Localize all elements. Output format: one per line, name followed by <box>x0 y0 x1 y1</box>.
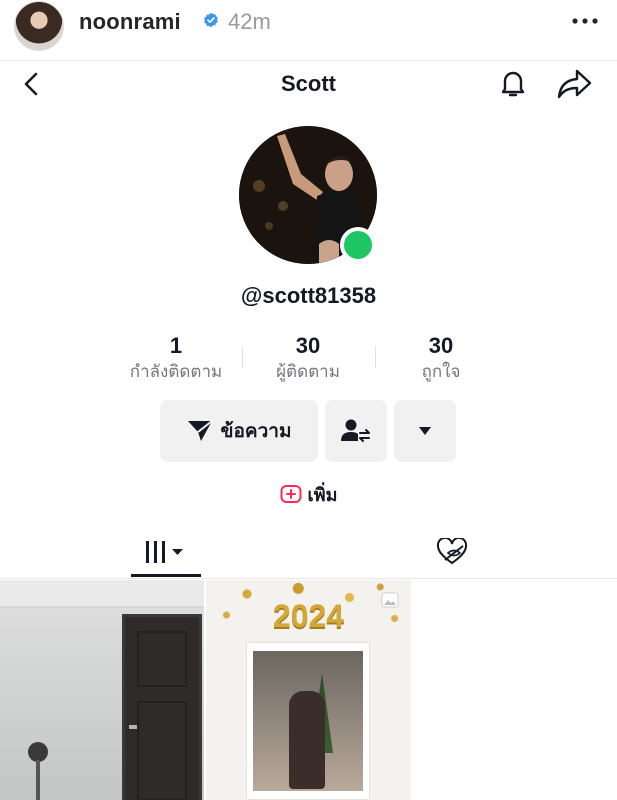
couple-image <box>289 691 325 789</box>
stat-following[interactable]: 1 กำลังติดตาม <box>106 333 246 383</box>
tab-videos[interactable] <box>131 532 201 572</box>
more-actions-button[interactable] <box>394 400 456 462</box>
story-username[interactable]: noonrami <box>79 9 181 35</box>
add-bio-button[interactable]: เพิ่ม <box>0 481 617 507</box>
share-arrow-icon[interactable] <box>556 66 594 100</box>
video-thumbnail[interactable] <box>0 580 204 800</box>
header-divider <box>0 60 617 61</box>
grid-bars-icon <box>146 541 183 563</box>
online-status-dot <box>340 227 376 263</box>
active-tab-indicator <box>131 574 201 577</box>
follow-toggle-button[interactable] <box>325 400 387 462</box>
stat-following-label: กำลังติดตาม <box>129 362 223 381</box>
stat-likes: 30 ถูกใจ <box>371 333 511 383</box>
couple-photo <box>253 651 363 791</box>
hidden-heart-icon <box>436 538 468 565</box>
door-image <box>122 614 202 800</box>
image-badge-icon <box>381 592 399 608</box>
bell-icon[interactable] <box>496 66 530 100</box>
story-timestamp: 42m <box>228 9 271 34</box>
caret-down-icon <box>419 427 431 435</box>
fan-image <box>28 742 48 762</box>
photo-frame <box>246 642 370 800</box>
message-button-label: ข้อความ <box>220 421 292 442</box>
fan-stand-image <box>36 760 40 800</box>
stat-likes-label: ถูกใจ <box>421 362 461 381</box>
profile-stats: 1 กำลังติดตาม 30 ผู้ติดตาม 30 ถูกใจ <box>0 333 617 383</box>
stat-followers-label: ผู้ติดตาม <box>276 362 340 381</box>
more-options-icon[interactable] <box>570 16 600 26</box>
stat-followers[interactable]: 30 ผู้ติดตาม <box>238 333 378 383</box>
stat-followers-count: 30 <box>295 333 321 358</box>
story-header: noonrami 42m <box>0 0 617 60</box>
tab-liked[interactable] <box>432 534 472 570</box>
user-swap-icon <box>341 419 370 442</box>
message-button[interactable]: ข้อความ <box>160 400 318 462</box>
profile-handle: @scott81358 <box>240 283 377 308</box>
story-avatar[interactable] <box>14 1 64 51</box>
thumbnail-scene <box>0 580 204 608</box>
add-bio-label: เพิ่ม <box>307 484 338 505</box>
tabs-divider <box>0 578 617 579</box>
stat-following-count: 1 <box>169 333 183 358</box>
stat-likes-count: 30 <box>428 333 454 358</box>
plus-square-icon <box>280 485 302 503</box>
video-thumbnail[interactable]: 2024 <box>206 580 411 800</box>
verified-badge-icon <box>204 12 218 28</box>
send-plane-icon <box>187 420 213 441</box>
